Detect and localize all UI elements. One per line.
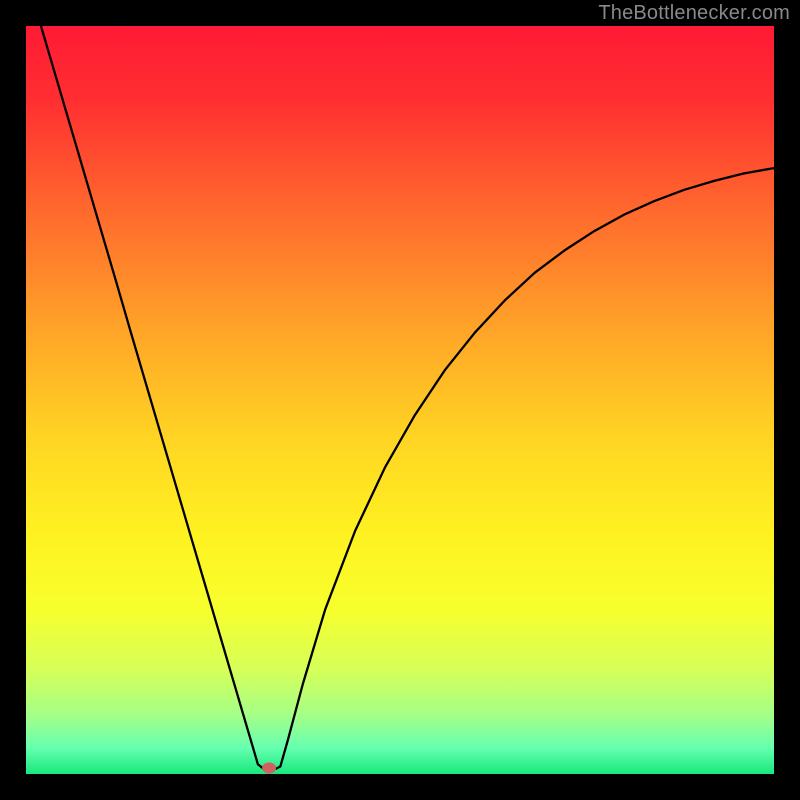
watermark-text: TheBottlenecker.com xyxy=(598,2,790,25)
bottleneck-chart xyxy=(26,26,774,774)
gradient-background xyxy=(26,26,774,774)
chart-frame xyxy=(26,26,774,774)
optimal-marker xyxy=(262,763,276,774)
